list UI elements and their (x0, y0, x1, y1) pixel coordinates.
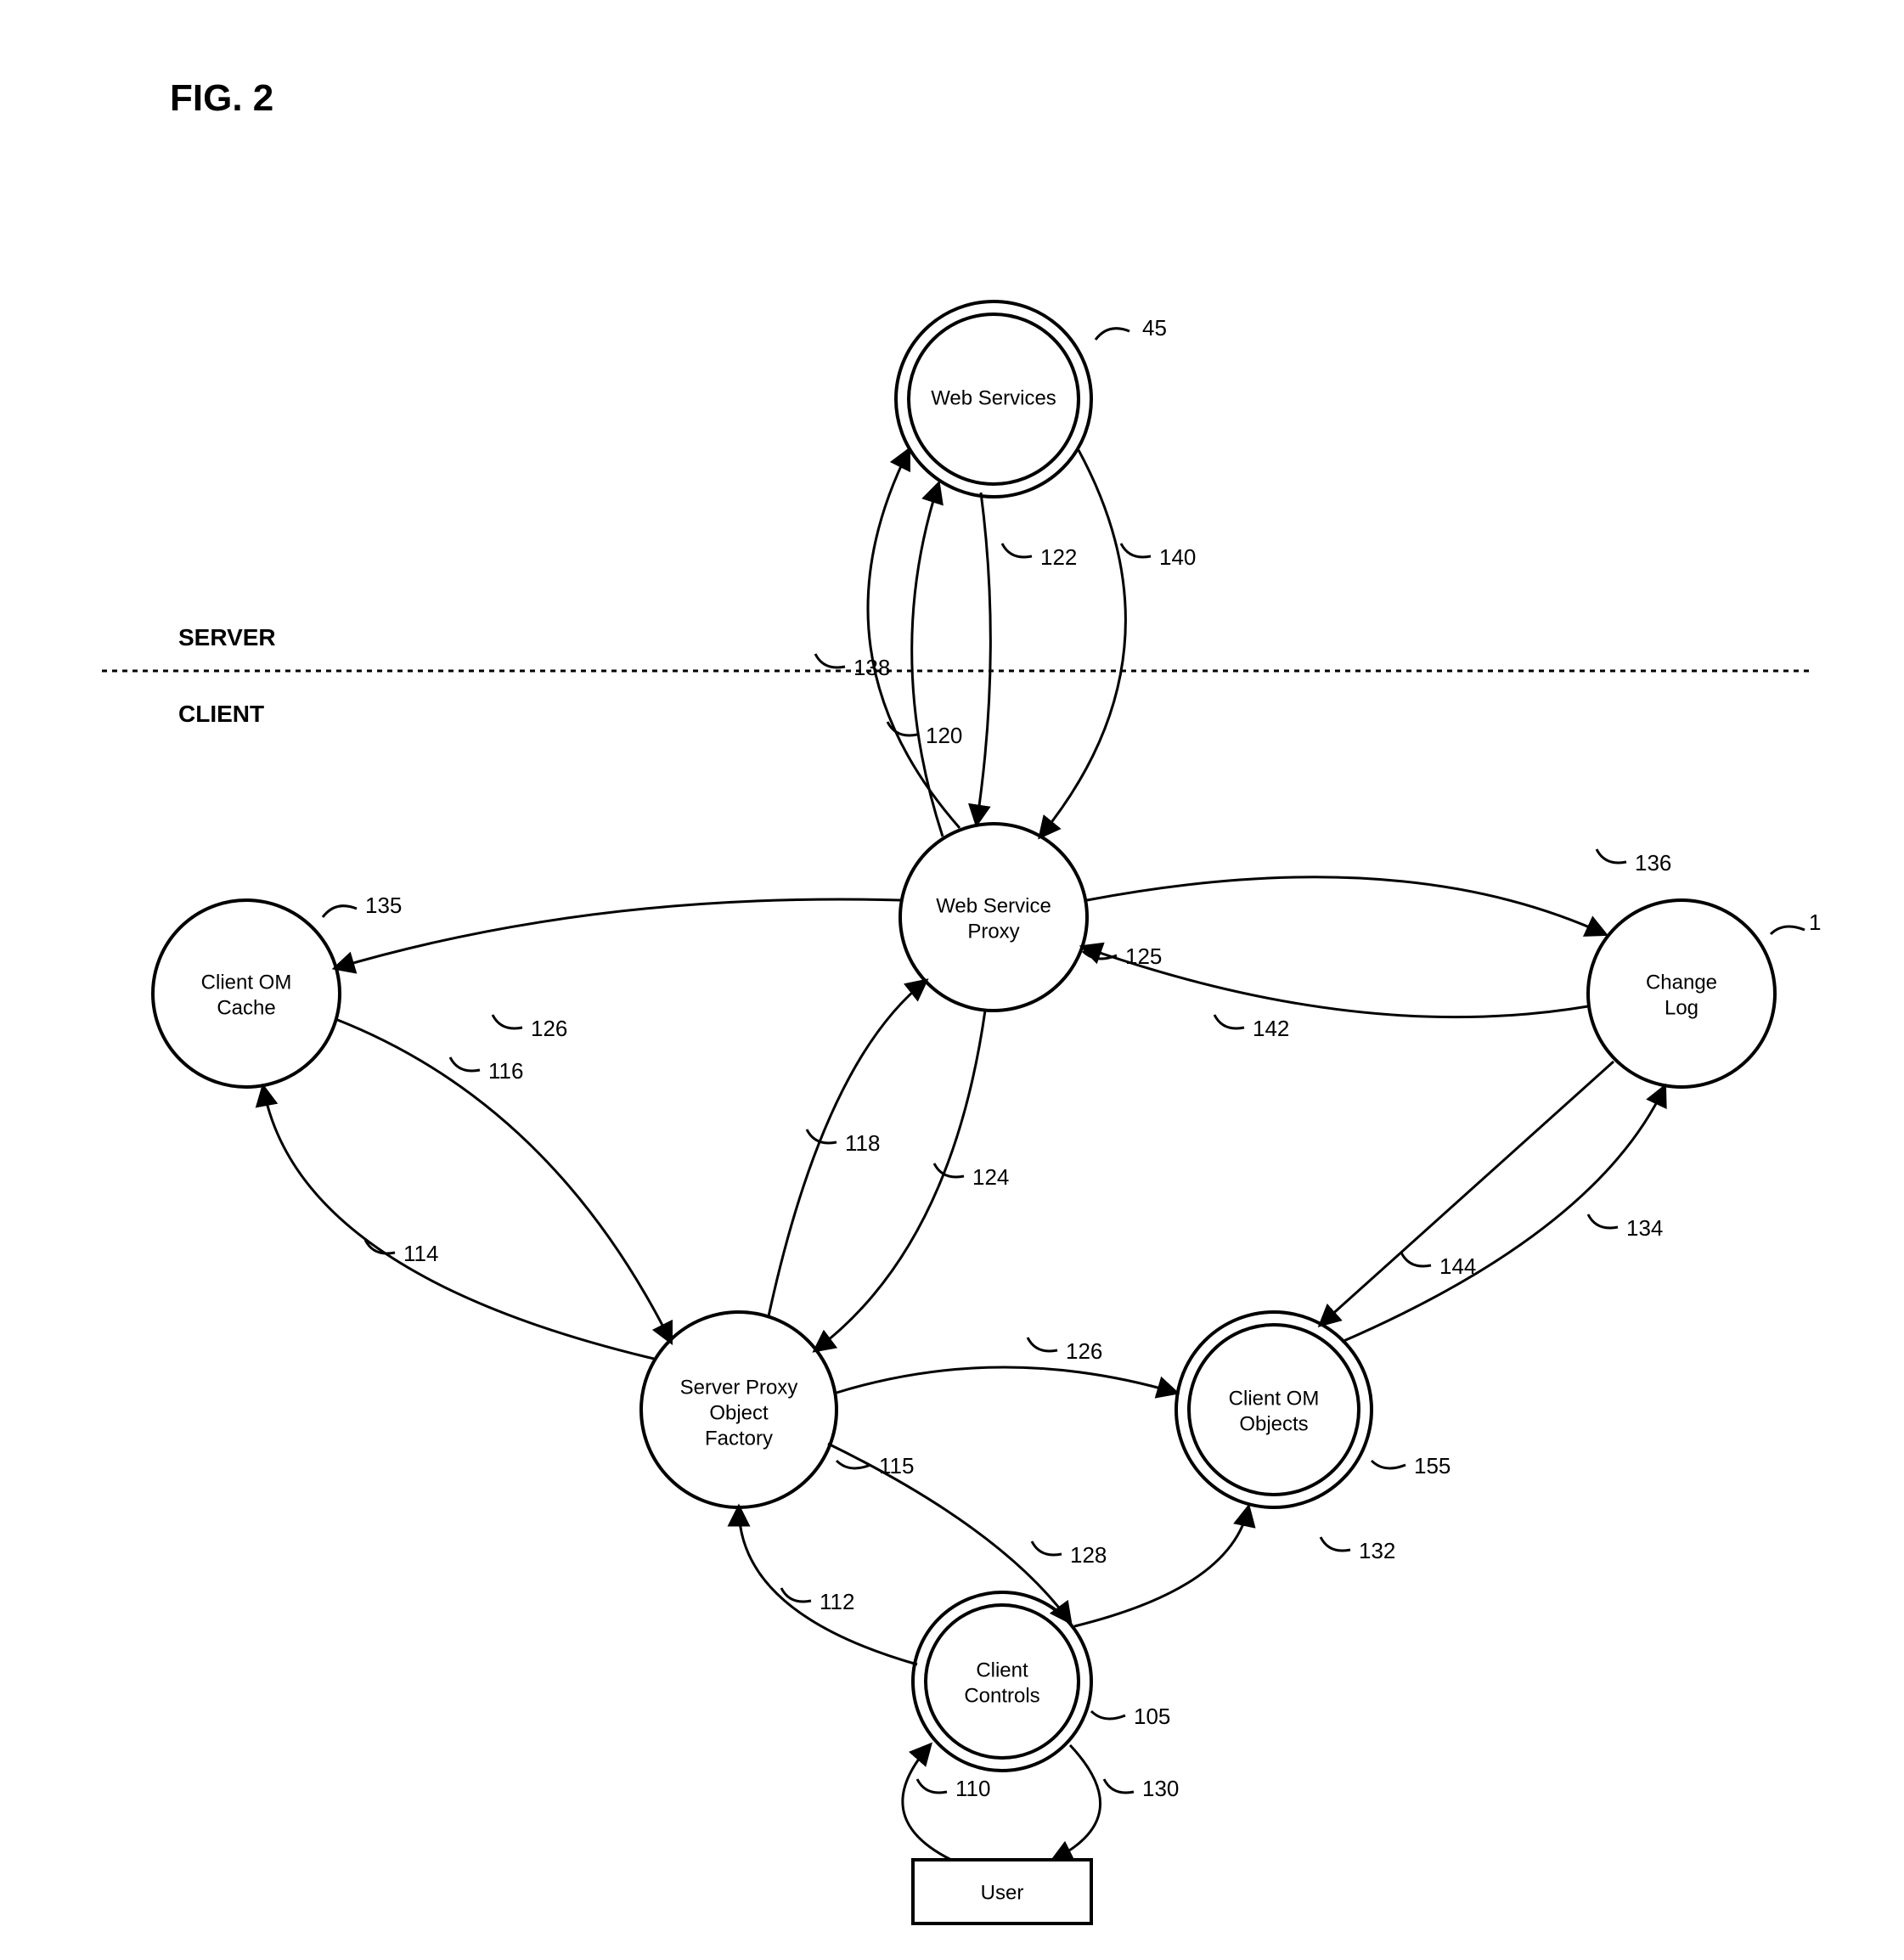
ref-138: 138 (853, 655, 890, 680)
ref-squiggle (1321, 1537, 1350, 1551)
ref-squiggle (1597, 849, 1626, 863)
ref-client-controls: 105 (1134, 1704, 1170, 1729)
edge-126a (335, 899, 900, 968)
ref-120: 120 (926, 723, 962, 748)
ref-web-proxy: 125 (1125, 943, 1162, 969)
ref-squiggle (1028, 1338, 1057, 1351)
factory-label3: Factory (705, 1427, 773, 1450)
ref-factory: 115 (879, 1453, 914, 1478)
web-services-label: Web Services (931, 386, 1056, 409)
ref-squiggle (815, 654, 845, 667)
ref-squiggle (493, 1015, 522, 1028)
edge-124 (815, 1011, 985, 1350)
change-log-label2: Log (1665, 996, 1698, 1019)
zone-client-label: CLIENT (178, 701, 264, 727)
edge-140 (1040, 450, 1125, 836)
ref-124: 124 (972, 1164, 1009, 1190)
user-label: User (981, 1881, 1024, 1904)
ref-squiggle (1214, 1015, 1244, 1028)
edge-136 (1087, 877, 1605, 934)
ref-squiggle (1002, 544, 1032, 557)
edge-134 (1342, 1087, 1665, 1342)
factory-label1: Server Proxy (680, 1376, 798, 1399)
client-controls-label1: Client (976, 1659, 1028, 1681)
ref-squiggle (450, 1057, 480, 1071)
node-user: User (913, 1860, 1091, 1923)
ref-squiggle (934, 1163, 964, 1177)
ref-squiggle (1771, 926, 1805, 934)
ref-squiggle (1121, 544, 1151, 557)
ref-134: 134 (1626, 1215, 1663, 1241)
ref-squiggle (1091, 1711, 1125, 1719)
edge-128 (828, 1444, 1070, 1622)
ref-110: 110 (955, 1776, 990, 1801)
edge-110 (903, 1745, 951, 1860)
figure-label: FIG. 2 (170, 77, 273, 119)
ref-squiggle (1104, 1779, 1134, 1793)
edge-122 (977, 493, 990, 824)
client-cache-label1: Client OM (201, 971, 292, 994)
node-web-service-proxy: Web Service Proxy (900, 824, 1087, 1011)
ref-114: 114 (403, 1241, 438, 1266)
ref-squiggle (1588, 1214, 1618, 1228)
edge-130 (1053, 1745, 1101, 1860)
web-proxy-label1: Web Service (936, 894, 1051, 917)
ref-112: 112 (820, 1589, 854, 1614)
ref-126b: 126 (1066, 1338, 1102, 1364)
ref-116: 116 (488, 1058, 523, 1084)
edge-138 (868, 450, 960, 828)
ref-136: 136 (1635, 850, 1671, 876)
ref-squiggle (1372, 1461, 1405, 1468)
edge-144 (1321, 1062, 1614, 1325)
node-web-services: Web Services (896, 301, 1091, 497)
ref-140: 140 (1159, 544, 1196, 570)
ref-change-log: 1 (1809, 910, 1821, 935)
ref-128: 128 (1070, 1542, 1107, 1568)
zone-server-label: SERVER (178, 624, 276, 651)
edge-114 (263, 1087, 654, 1359)
client-objects-label1: Client OM (1229, 1387, 1320, 1410)
ref-126a: 126 (531, 1016, 567, 1041)
client-objects-label2: Objects (1239, 1412, 1308, 1435)
node-client-om-cache: Client OM Cache (153, 900, 340, 1087)
factory-label2: Object (709, 1401, 769, 1424)
ref-130: 130 (1142, 1776, 1179, 1801)
ref-squiggle (917, 1779, 947, 1793)
change-log-label1: Change (1646, 971, 1717, 994)
ref-client-cache: 135 (365, 893, 402, 918)
ref-144: 144 (1439, 1253, 1476, 1279)
ref-132: 132 (1359, 1538, 1395, 1563)
ref-122: 122 (1040, 544, 1077, 570)
edge-120 (912, 484, 943, 836)
ref-squiggle (323, 906, 357, 917)
client-controls-label2: Controls (964, 1684, 1039, 1707)
ref-118: 118 (845, 1130, 880, 1156)
edge-112 (739, 1507, 917, 1664)
web-proxy-label2: Proxy (967, 920, 1019, 943)
ref-squiggle (1401, 1253, 1431, 1266)
node-change-log: Change Log (1588, 900, 1775, 1087)
ref-squiggle (781, 1588, 811, 1602)
ref-142: 142 (1253, 1016, 1289, 1041)
ref-web-services: 45 (1142, 315, 1167, 341)
client-cache-label2: Cache (217, 996, 275, 1019)
diagram-canvas: FIG. 2 SERVER CLIENT Web Services 45 Web… (0, 0, 1904, 1960)
node-client-controls: Client Controls (913, 1592, 1091, 1771)
edge-126b (837, 1367, 1176, 1393)
ref-squiggle (1096, 329, 1129, 340)
ref-client-objects: 155 (1414, 1453, 1451, 1478)
ref-squiggle (1032, 1541, 1062, 1555)
